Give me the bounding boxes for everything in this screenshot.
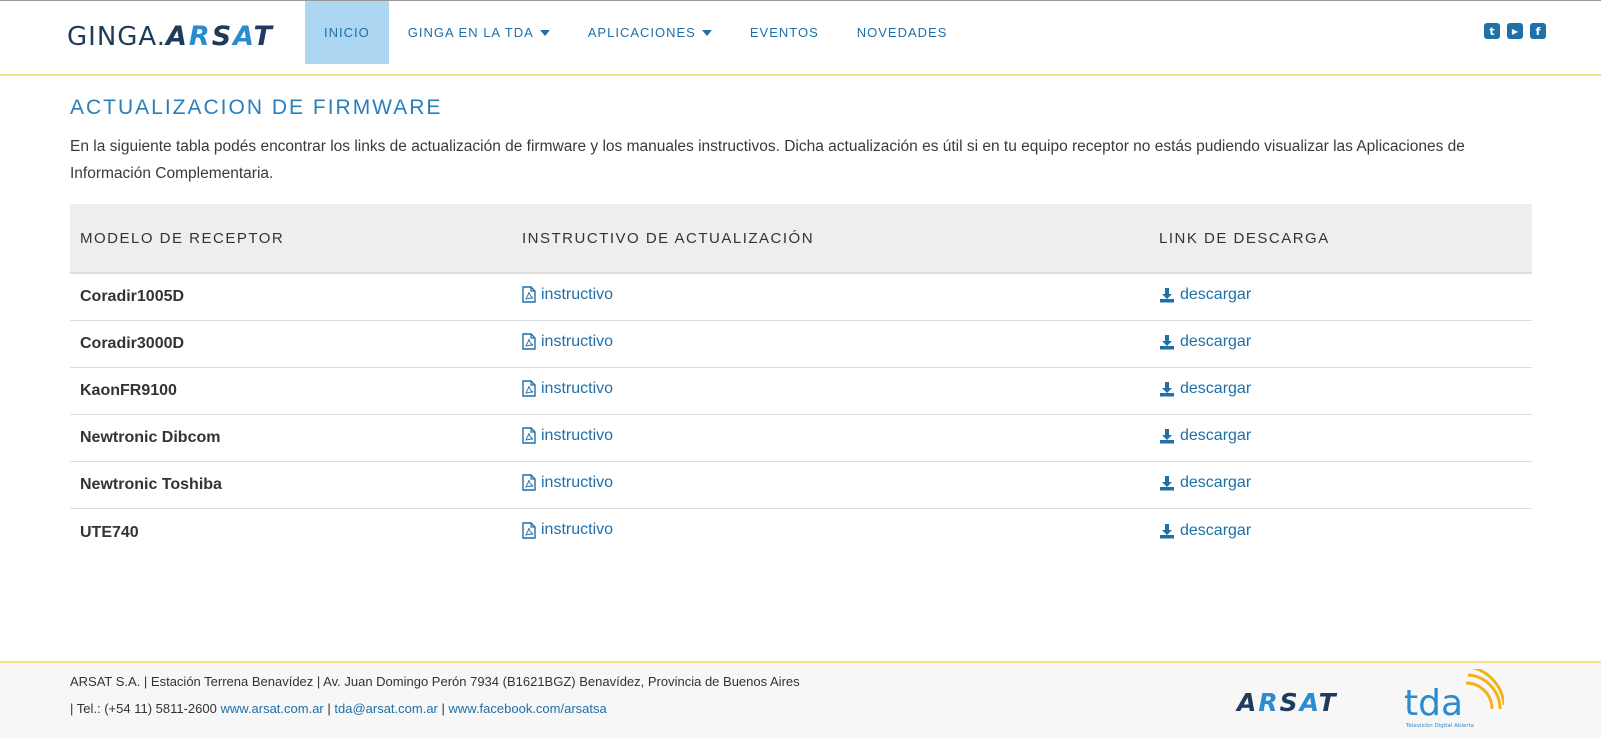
nav-item-novedades[interactable]: NOVEDADES — [838, 1, 967, 64]
descargar-label: descargar — [1180, 380, 1252, 397]
site-footer: ARSAT S.A. | Estación Terrena Benavídez … — [0, 661, 1601, 738]
twitter-icon[interactable]: t — [1484, 23, 1500, 39]
descargar-label: descargar — [1180, 427, 1252, 444]
main-nav: INICIO GINGA EN LA TDA APLICACIONES EVEN… — [305, 1, 966, 64]
page-title: ACTUALIZACION DE FIRMWARE — [70, 96, 443, 119]
footer-phone: | Tel.: (+54 11) 5811-2600 — [70, 701, 221, 716]
table-row: KaonFR9100 instructivo descargar — [70, 368, 1532, 415]
descargar-link[interactable]: descargar — [1159, 380, 1251, 398]
receiver-model: KaonFR9100 — [80, 382, 177, 399]
nav-item-ginga-en-la-tda[interactable]: GINGA EN LA TDA — [389, 1, 569, 64]
nav-label: GINGA EN LA TDA — [407, 25, 534, 40]
nav-label: INICIO — [324, 25, 370, 40]
logo-arsat-text: ARSAT — [166, 21, 274, 52]
table-row: Newtronic Dibcom instructivo descargar — [70, 415, 1532, 462]
youtube-icon[interactable]: ▶ — [1507, 23, 1523, 39]
social-links: t ▶ f — [1484, 23, 1546, 39]
site-header: GINGA. ARSAT INICIO GINGA EN LA TDA APLI… — [0, 1, 1601, 76]
download-icon — [1160, 335, 1174, 350]
download-icon — [1160, 288, 1174, 303]
nav-item-inicio[interactable]: INICIO — [305, 1, 389, 64]
receiver-model: Coradir1005D — [80, 288, 185, 305]
receiver-model: Coradir3000D — [80, 335, 185, 352]
instructivo-link[interactable]: instructivo — [522, 474, 613, 492]
footer-link-web[interactable]: www.arsat.com.ar — [220, 701, 323, 716]
column-header-model: MODELO DE RECEPTOR — [80, 229, 285, 247]
ginga-arsat-logo[interactable]: GINGA. ARSAT — [67, 21, 274, 55]
nav-item-eventos[interactable]: EVENTOS — [731, 1, 838, 64]
descargar-link[interactable]: descargar — [1159, 474, 1251, 492]
file-pdf-icon — [522, 522, 536, 539]
descargar-label: descargar — [1180, 521, 1252, 539]
table-row: Coradir1005D instructivo descargar — [70, 274, 1532, 321]
logo-ginga-text: GINGA. — [67, 22, 167, 52]
download-icon — [1160, 382, 1174, 397]
receiver-model: Newtronic Toshiba — [80, 476, 222, 493]
descargar-link[interactable]: descargar — [1159, 427, 1251, 445]
tda-logo[interactable]: tda Televisión Digital Abierta — [1404, 669, 1504, 731]
descargar-link[interactable]: descargar — [1159, 522, 1251, 540]
facebook-icon[interactable]: f — [1530, 23, 1546, 39]
instructivo-link[interactable]: instructivo — [522, 427, 613, 445]
nav-label: NOVEDADES — [856, 25, 948, 40]
instructivo-label: instructivo — [541, 473, 614, 491]
file-pdf-icon — [522, 427, 536, 444]
descargar-label: descargar — [1180, 333, 1252, 350]
caret-down-icon — [539, 30, 550, 36]
footer-link-facebook[interactable]: www.facebook.com/arsatsa — [449, 701, 607, 716]
descargar-link[interactable]: descargar — [1159, 286, 1251, 304]
intro-paragraph: En la siguiente tabla podés encontrar lo… — [70, 138, 1465, 182]
instructivo-label: instructivo — [541, 285, 614, 303]
table-row: Coradir3000D instructivo descargar — [70, 321, 1532, 368]
column-header-manual: INSTRUCTIVO DE ACTUALIZACIÓN — [522, 229, 815, 247]
receiver-model: UTE740 — [80, 523, 139, 541]
table-row: UTE740 instructivo descargar — [70, 509, 1532, 556]
instructivo-label: instructivo — [541, 521, 614, 539]
instructivo-label: instructivo — [541, 332, 614, 350]
nav-label: EVENTOS — [749, 25, 819, 40]
instructivo-link[interactable]: instructivo — [522, 380, 613, 398]
nav-label: APLICACIONES — [587, 25, 696, 40]
instructivo-link[interactable]: instructivo — [522, 286, 613, 304]
descargar-label: descargar — [1180, 286, 1252, 303]
instructivo-link[interactable]: instructivo — [522, 333, 613, 351]
file-pdf-icon — [522, 380, 536, 397]
instructivo-label: instructivo — [541, 379, 614, 397]
download-icon — [1160, 523, 1174, 538]
descargar-link[interactable]: descargar — [1159, 333, 1251, 351]
file-pdf-icon — [522, 286, 536, 303]
table-body: Coradir1005D instructivo descargar Coradir3… — [70, 274, 1532, 556]
footer-link-email[interactable]: tda@arsat.com.ar — [334, 701, 438, 716]
footer-arsat-logo[interactable]: ARSAT — [1237, 688, 1338, 717]
download-icon — [1160, 429, 1174, 444]
caret-down-icon — [701, 30, 712, 36]
table-header: MODELO DE RECEPTOR INSTRUCTIVO DE ACTUAL… — [70, 204, 1532, 274]
column-header-download: LINK DE DESCARGA — [1159, 229, 1330, 247]
file-pdf-icon — [522, 333, 536, 350]
download-icon — [1160, 476, 1174, 491]
file-pdf-icon — [522, 474, 536, 491]
instructivo-link[interactable]: instructivo — [522, 521, 613, 539]
table-row: Newtronic Toshiba instructivo descargar — [70, 462, 1532, 509]
tda-logo-text: tda — [1404, 683, 1463, 724]
descargar-label: descargar — [1180, 474, 1252, 491]
tda-logo-caption: Televisión Digital Abierta — [1405, 722, 1474, 729]
nav-item-aplicaciones[interactable]: APLICACIONES — [569, 1, 731, 64]
instructivo-label: instructivo — [541, 426, 614, 444]
footer-separator: | — [323, 701, 335, 716]
footer-separator: | — [437, 701, 449, 716]
firmware-table: MODELO DE RECEPTOR INSTRUCTIVO DE ACTUAL… — [70, 204, 1532, 556]
footer-contact: | Tel.: (+54 11) 5811-2600 www.arsat.com… — [70, 701, 607, 716]
footer-address: ARSAT S.A. | Estación Terrena Benavídez … — [70, 674, 800, 689]
receiver-model: Newtronic Dibcom — [80, 429, 221, 446]
